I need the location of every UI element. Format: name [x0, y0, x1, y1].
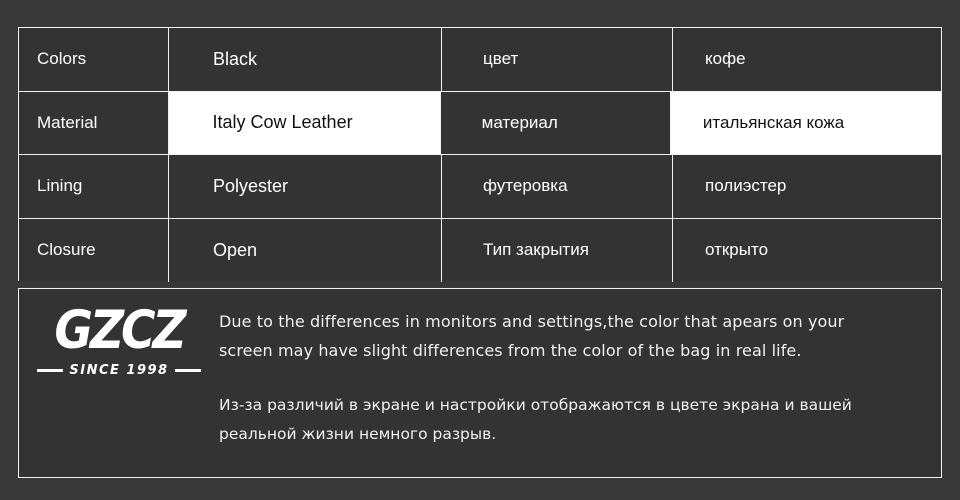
spec-label-ru: цвет: [442, 28, 673, 91]
spec-label-en: Colors: [19, 28, 169, 91]
spec-label-en: Lining: [19, 155, 169, 218]
tagline-rule-left-icon: [37, 368, 64, 372]
brand-logo: GZCZ SINCE 1998: [19, 289, 219, 378]
spec-label-en: Closure: [19, 218, 169, 282]
brand-wordmark: GZCZ: [54, 299, 186, 362]
spec-value-ru: итальянская кожа: [670, 91, 941, 154]
spec-label-en: Material: [19, 91, 169, 154]
disclaimer-text-block: Due to the differences in monitors and s…: [219, 289, 941, 449]
spec-label-ru: материал: [440, 91, 671, 154]
disclaimer-paragraph-ru: Из-за различий в экране и настройки отоб…: [219, 396, 852, 443]
spec-label-ru: футеровка: [442, 155, 673, 218]
product-spec-table: Colors Black цвет кофе Material Italy Co…: [18, 27, 942, 282]
tagline-rule-right-icon: [174, 368, 201, 372]
spec-value-ru: полиэстер: [673, 155, 941, 218]
spec-value-ru: кофе: [673, 28, 941, 91]
spec-value-en: Polyester: [169, 155, 442, 218]
brand-tagline-text: SINCE 1998: [69, 362, 169, 378]
color-disclaimer-panel: GZCZ SINCE 1998 Due to the differences i…: [18, 288, 942, 478]
disclaimer-paragraph-en: Due to the differences in monitors and s…: [219, 312, 845, 360]
spec-label-ru: Тип закрытия: [442, 218, 673, 282]
table-row: Closure Open Тип закрытия открыто: [19, 218, 941, 282]
spec-value-en: Italy Cow Leather: [168, 91, 441, 154]
table-row: Colors Black цвет кофе: [19, 28, 941, 92]
brand-tagline: SINCE 1998: [37, 362, 201, 378]
spec-value-ru: открыто: [673, 218, 941, 282]
table-row: Lining Polyester футеровка полиэстер: [19, 155, 941, 219]
spec-value-en: Black: [169, 28, 442, 91]
table-row: Material Italy Cow Leather материал итал…: [19, 91, 941, 155]
spec-value-en: Open: [169, 218, 442, 282]
